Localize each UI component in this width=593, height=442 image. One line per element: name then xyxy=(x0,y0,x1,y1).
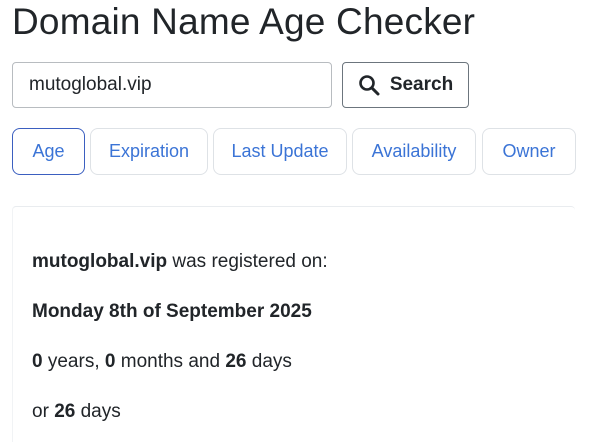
page-title: Domain Name Age Checker xyxy=(12,1,476,42)
tab-label: Last Update xyxy=(231,141,329,161)
registered-text: was registered on: xyxy=(172,251,328,272)
total-days: 26 xyxy=(54,401,76,422)
tab-availability[interactable]: Availability xyxy=(352,128,476,175)
registered-line: mutoglobal.vip was registered on: xyxy=(32,251,328,273)
tab-label: Availability xyxy=(371,141,457,161)
page: Domain Name Age Checker Search Age Expir… xyxy=(0,0,593,442)
months-label: months and xyxy=(120,351,221,372)
tab-last-update[interactable]: Last Update xyxy=(213,128,347,175)
days-label: days xyxy=(251,351,292,372)
tab-label: Expiration xyxy=(108,141,190,161)
tab-bar: Age Expiration Last Update Availability … xyxy=(12,128,593,175)
or-label: or xyxy=(32,401,49,422)
domain-search-input[interactable] xyxy=(12,62,332,108)
age-days: 26 xyxy=(225,351,247,372)
age-breakdown: 0 years, 0 months and 26 days xyxy=(32,351,292,373)
search-button-label: Search xyxy=(389,74,454,95)
registration-date-value: Monday 8th of September 2025 xyxy=(32,301,312,322)
tab-owner[interactable]: Owner xyxy=(482,128,576,175)
tab-label: Owner xyxy=(502,141,556,161)
total-days-line: or 26 days xyxy=(32,401,121,423)
age-months: 0 xyxy=(104,351,116,372)
tab-expiration[interactable]: Expiration xyxy=(90,128,208,175)
tab-label: Age xyxy=(32,141,65,161)
registration-date: Monday 8th of September 2025 xyxy=(32,301,312,323)
tab-age[interactable]: Age xyxy=(12,128,85,175)
total-days-label: days xyxy=(80,401,121,422)
search-icon xyxy=(358,74,380,96)
years-label: years, xyxy=(47,351,100,372)
search-button[interactable]: Search xyxy=(342,62,469,108)
age-years: 0 xyxy=(32,351,43,372)
result-domain: mutoglobal.vip xyxy=(32,251,168,272)
